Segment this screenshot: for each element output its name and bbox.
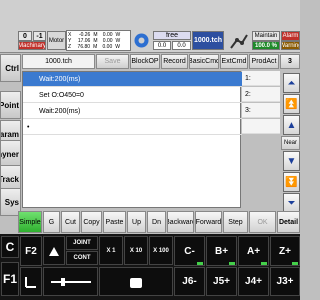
jog-panel: C F1 F2 JOINT CONT X 1 X 10 X 100 C- B+ …: [0, 234, 300, 300]
table-row[interactable]: Set O:O450=0: [23, 88, 242, 103]
left-rail-tchyner[interactable]: Tchyner: [0, 140, 21, 168]
axis-row-z: Z 76.80 M 0.00 W: [68, 44, 131, 50]
gear-icon: [132, 31, 151, 50]
axis-val-unit: W: [115, 44, 120, 50]
left-rail-param-label: Param: [0, 129, 19, 139]
g-button[interactable]: G: [43, 211, 60, 233]
ok-button[interactable]: OK: [249, 211, 276, 233]
program-table[interactable]: Wait:200(ms) Set O:O450=0 Wait:200(ms) •: [22, 71, 242, 208]
jog-c-button[interactable]: C: [1, 236, 19, 258]
row-command: Set O:O450=0: [39, 91, 84, 99]
led-indicator: [229, 262, 235, 265]
prodact-button[interactable]: ProdAct: [249, 54, 279, 69]
tool-icon[interactable]: [43, 236, 65, 265]
row-command: Wait:200(ms): [39, 75, 81, 83]
jog-j6-minus[interactable]: J6-: [174, 267, 205, 296]
cut-button[interactable]: Cut: [61, 211, 80, 233]
down-button[interactable]: Dn: [147, 211, 166, 233]
maintain-percent: 100.0 %: [252, 41, 280, 50]
led-indicator: [292, 262, 298, 265]
left-rail-sys-label: Sys: [4, 197, 19, 207]
basiccmd-button[interactable]: BasicCmd: [189, 54, 219, 69]
speed-slider-icon[interactable]: [43, 267, 98, 296]
record-button[interactable]: Record: [161, 54, 188, 69]
led-indicator: [261, 262, 267, 265]
axis-val: 0.00: [102, 44, 113, 50]
led-indicator: [197, 262, 203, 265]
left-rail-point[interactable]: Point: [0, 91, 21, 119]
left-rail-tchyner-label: Tchyner: [1, 149, 19, 159]
warning-label[interactable]: Warning: [281, 41, 300, 50]
left-rail-track-label: Track: [0, 174, 19, 184]
row-command: Wait:200(ms): [39, 107, 81, 115]
table-row[interactable]: Wait:200(ms): [23, 104, 242, 119]
jog-j3-plus[interactable]: J3+: [270, 267, 300, 296]
mode-label: Machinary: [18, 41, 46, 50]
forward-button[interactable]: Forward: [195, 211, 222, 233]
page-down-icon[interactable]: ⏬: [283, 172, 300, 192]
blockop-button[interactable]: BlockOP: [130, 54, 160, 69]
axis-pos: 76.80: [77, 44, 91, 50]
jog-f1-button[interactable]: F1: [1, 262, 19, 296]
status-bar: 0 -1 Machinary Motor X -0.26 M 0.00 W Y …: [0, 0, 300, 53]
save-button[interactable]: Save: [96, 54, 129, 69]
speed-value-1: 0.0: [153, 41, 171, 50]
current-file[interactable]: 1000.tch: [192, 31, 224, 50]
user-number: -1: [33, 31, 46, 41]
cont-button[interactable]: CONT: [66, 251, 98, 265]
x100-button[interactable]: X 100: [149, 236, 173, 265]
speed-value-2: 0.0: [172, 41, 191, 50]
copy-button[interactable]: Copy: [81, 211, 102, 233]
table-row[interactable]: Wait:200(ms): [23, 72, 242, 87]
coord-icon[interactable]: [20, 267, 42, 296]
program-file-name[interactable]: 1000.tch: [22, 54, 95, 69]
line-number-cell: [242, 119, 280, 134]
left-rail-ctrl-label: Ctrl: [5, 63, 19, 73]
line-number-cell: 3:: [242, 103, 280, 118]
x10-button[interactable]: X 10: [124, 236, 148, 265]
line-up-icon[interactable]: ▲: [283, 115, 300, 135]
left-rail-ctrl[interactable]: Ctrl: [0, 54, 21, 82]
axis-unit: M: [93, 44, 98, 50]
table-row[interactable]: •: [23, 120, 242, 135]
scroll-top-icon[interactable]: ⏶: [283, 73, 300, 93]
page-number[interactable]: 3: [280, 54, 300, 69]
up-button[interactable]: Up: [127, 211, 146, 233]
step-button[interactable]: Step: [223, 211, 248, 233]
robot-icon: [228, 31, 250, 50]
line-number-cell: 1:: [242, 71, 280, 86]
detail-button[interactable]: Detail: [277, 211, 300, 233]
hand-icon[interactable]: [99, 267, 173, 296]
jog-j4-plus[interactable]: J4+: [238, 267, 269, 296]
near-button[interactable]: Near: [281, 136, 300, 150]
left-rail-point-label: Point: [0, 100, 19, 110]
line-number-cell: 2:: [242, 87, 280, 102]
motor-label: Motor: [47, 31, 66, 50]
free-label: free: [153, 31, 191, 40]
simple-button[interactable]: Simple: [18, 211, 42, 233]
backward-button[interactable]: Backward: [167, 211, 194, 233]
jog-j5-plus[interactable]: J5+: [206, 267, 237, 296]
tool-number: 0: [18, 31, 32, 41]
alarm-label[interactable]: Alarm: [281, 31, 300, 41]
line-down-icon[interactable]: ▼: [283, 151, 300, 171]
page-up-icon[interactable]: ⏫: [283, 94, 300, 114]
x1-button[interactable]: X 1: [99, 236, 123, 265]
scroll-bottom-icon[interactable]: ⏷: [283, 193, 300, 213]
row-marker: •: [27, 123, 30, 131]
extcmd-button[interactable]: ExtCmd: [220, 54, 248, 69]
axis-table: X -0.26 M 0.00 W Y 17.06 M 0.00 W Z 76.8…: [66, 30, 131, 51]
paste-button[interactable]: Paste: [103, 211, 126, 233]
maintain-label: Maintain: [252, 31, 280, 41]
joint-button[interactable]: JOINT: [66, 236, 98, 250]
jog-f2-button[interactable]: F2: [20, 236, 42, 266]
axis-name: Z: [68, 44, 72, 50]
